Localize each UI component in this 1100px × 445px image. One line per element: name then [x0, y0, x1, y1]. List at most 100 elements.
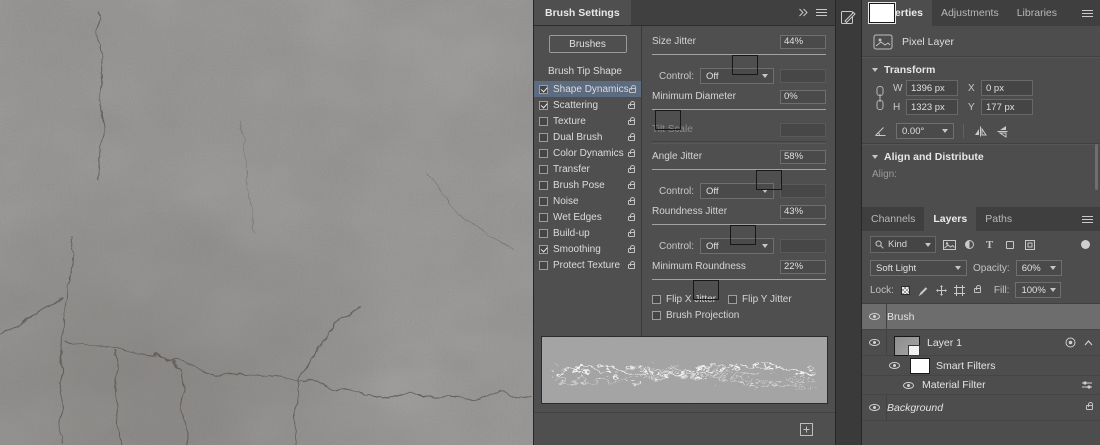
- smart-filter-indicator-icon[interactable]: [1065, 337, 1076, 348]
- filter-shape-layers-icon[interactable]: [1003, 238, 1016, 251]
- collapse-panels-icon[interactable]: [798, 8, 808, 17]
- brush-setting-item-noise[interactable]: Noise: [534, 193, 641, 209]
- filter-toggle-icon[interactable]: [1081, 240, 1090, 249]
- align-section-header[interactable]: Align and Distribute: [862, 146, 1100, 167]
- slider-thumb[interactable]: [655, 110, 681, 130]
- lock-icon[interactable]: [628, 168, 635, 173]
- panel-menu-icon[interactable]: [1082, 0, 1093, 26]
- checkbox[interactable]: [539, 213, 548, 222]
- opacity-dropdown[interactable]: 60%: [1016, 260, 1062, 276]
- collapse-filters-chevron-icon[interactable]: [1084, 340, 1093, 346]
- lock-pixels-icon[interactable]: [918, 284, 930, 296]
- checkbox[interactable]: [539, 229, 548, 238]
- width-field[interactable]: 1396 px: [906, 80, 958, 96]
- checkbox[interactable]: [539, 117, 548, 126]
- lock-icon[interactable]: [628, 264, 635, 269]
- tab-paths[interactable]: Paths: [976, 207, 1021, 231]
- brush-setting-item-build-up[interactable]: Build-up: [534, 225, 641, 241]
- size-jitter-value-field[interactable]: 44%: [780, 35, 826, 49]
- blend-mode-dropdown[interactable]: Soft Light: [870, 260, 967, 276]
- lock-icon[interactable]: [628, 136, 635, 141]
- size-jitter-slider[interactable]: [652, 52, 826, 64]
- tab-libraries[interactable]: Libraries: [1008, 0, 1066, 26]
- checkbox[interactable]: [539, 181, 548, 190]
- filter-adjustment-layers-icon[interactable]: [963, 238, 976, 251]
- panel-menu-icon[interactable]: [816, 8, 827, 17]
- visibility-toggle[interactable]: [862, 395, 887, 420]
- lock-icon[interactable]: [628, 152, 635, 157]
- lock-icon[interactable]: [628, 184, 635, 189]
- layer-row-layer-1[interactable]: Layer 1: [862, 330, 1100, 356]
- tab-layers[interactable]: Layers: [924, 207, 976, 231]
- lock-position-icon[interactable]: [936, 284, 948, 296]
- checkbox[interactable]: [728, 295, 737, 304]
- tab-brush-settings[interactable]: Brush Settings: [534, 0, 631, 25]
- filter-pixel-layers-icon[interactable]: [943, 238, 956, 251]
- checkbox[interactable]: [539, 261, 548, 270]
- slider-thumb[interactable]: [732, 55, 758, 75]
- visibility-toggle[interactable]: [862, 304, 887, 329]
- constrain-link-icon[interactable]: [874, 83, 886, 113]
- brush-setting-item-wet-edges[interactable]: Wet Edges: [534, 209, 641, 225]
- minimum-roundness-value-field[interactable]: 22%: [780, 260, 826, 274]
- filter-smart-objects-icon[interactable]: [1023, 238, 1036, 251]
- visibility-toggle[interactable]: [884, 356, 904, 375]
- brush-setting-item-color-dynamics[interactable]: Color Dynamics: [534, 145, 641, 161]
- brush-setting-item-dual-brush[interactable]: Dual Brush: [534, 129, 641, 145]
- checkbox[interactable]: [539, 245, 548, 254]
- minimum-roundness-slider[interactable]: [652, 277, 826, 289]
- tab-channels[interactable]: Channels: [862, 207, 924, 231]
- checkbox[interactable]: [539, 149, 548, 158]
- rotation-angle-dropdown[interactable]: 0.00°: [896, 123, 954, 139]
- document-canvas[interactable]: [0, 0, 533, 445]
- lock-transparency-icon[interactable]: [900, 284, 912, 296]
- lock-icon[interactable]: [629, 88, 636, 93]
- lock-icon[interactable]: [628, 120, 635, 125]
- checkbox[interactable]: [539, 165, 548, 174]
- checkbox[interactable]: [539, 85, 548, 94]
- brushes-button[interactable]: Brushes: [549, 35, 627, 53]
- layer-row-background[interactable]: Background: [862, 395, 1100, 421]
- layer-row-material-filter[interactable]: Material Filter: [862, 376, 1100, 395]
- fill-dropdown[interactable]: 100%: [1015, 282, 1061, 298]
- layer-row-brush[interactable]: Brush: [862, 304, 1100, 330]
- visibility-toggle[interactable]: [898, 376, 918, 394]
- flip-y-jitter-checkbox[interactable]: Flip Y Jitter: [728, 294, 792, 305]
- filter-type-layers-icon[interactable]: T: [983, 238, 996, 251]
- scrollbar-thumb[interactable]: [1095, 144, 1098, 190]
- lock-icon[interactable]: [628, 232, 635, 237]
- checkbox[interactable]: [652, 295, 661, 304]
- brush-projection-checkbox[interactable]: Brush Projection: [652, 310, 739, 321]
- lock-artboard-icon[interactable]: [954, 284, 966, 296]
- brush-setting-item-scattering[interactable]: Scattering: [534, 97, 641, 113]
- visibility-toggle[interactable]: [862, 330, 887, 355]
- filter-options-icon[interactable]: [1081, 380, 1093, 390]
- filter-mask-thumbnail[interactable]: [910, 358, 930, 374]
- checkbox[interactable]: [539, 197, 548, 206]
- filter-kind-dropdown[interactable]: Kind: [870, 236, 936, 253]
- smart-object-thumbnail[interactable]: [894, 336, 920, 356]
- brush-setting-item-brush-pose[interactable]: Brush Pose: [534, 177, 641, 193]
- minimum-diameter-value-field[interactable]: 0%: [780, 90, 826, 104]
- lock-icon[interactable]: [628, 248, 635, 253]
- new-brush-button[interactable]: [800, 423, 813, 436]
- brush-setting-item-texture[interactable]: Texture: [534, 113, 641, 129]
- lock-icon[interactable]: [628, 200, 635, 205]
- brush-settings-dock-icon[interactable]: [839, 8, 858, 27]
- slider-thumb[interactable]: [693, 280, 719, 300]
- panel-menu-icon[interactable]: [1082, 207, 1093, 231]
- flip-vertical-icon[interactable]: [997, 124, 1008, 139]
- brush-setting-item-transfer[interactable]: Transfer: [534, 161, 641, 177]
- lock-icon[interactable]: [628, 216, 635, 221]
- minimum-diameter-slider[interactable]: [652, 107, 826, 119]
- height-field[interactable]: 1323 px: [906, 99, 958, 115]
- roundness-jitter-value-field[interactable]: 43%: [780, 205, 826, 219]
- brush-setting-item-shape-dynamics[interactable]: Shape Dynamics: [534, 81, 641, 97]
- x-field[interactable]: 0 px: [981, 80, 1033, 96]
- tab-adjustments[interactable]: Adjustments: [932, 0, 1008, 26]
- brush-tip-shape-item[interactable]: Brush Tip Shape: [534, 63, 641, 79]
- lock-icon[interactable]: [628, 104, 635, 109]
- checkbox[interactable]: [539, 133, 548, 142]
- brush-setting-item-protect-texture[interactable]: Protect Texture: [534, 257, 641, 273]
- angle-jitter-value-field[interactable]: 58%: [780, 150, 826, 164]
